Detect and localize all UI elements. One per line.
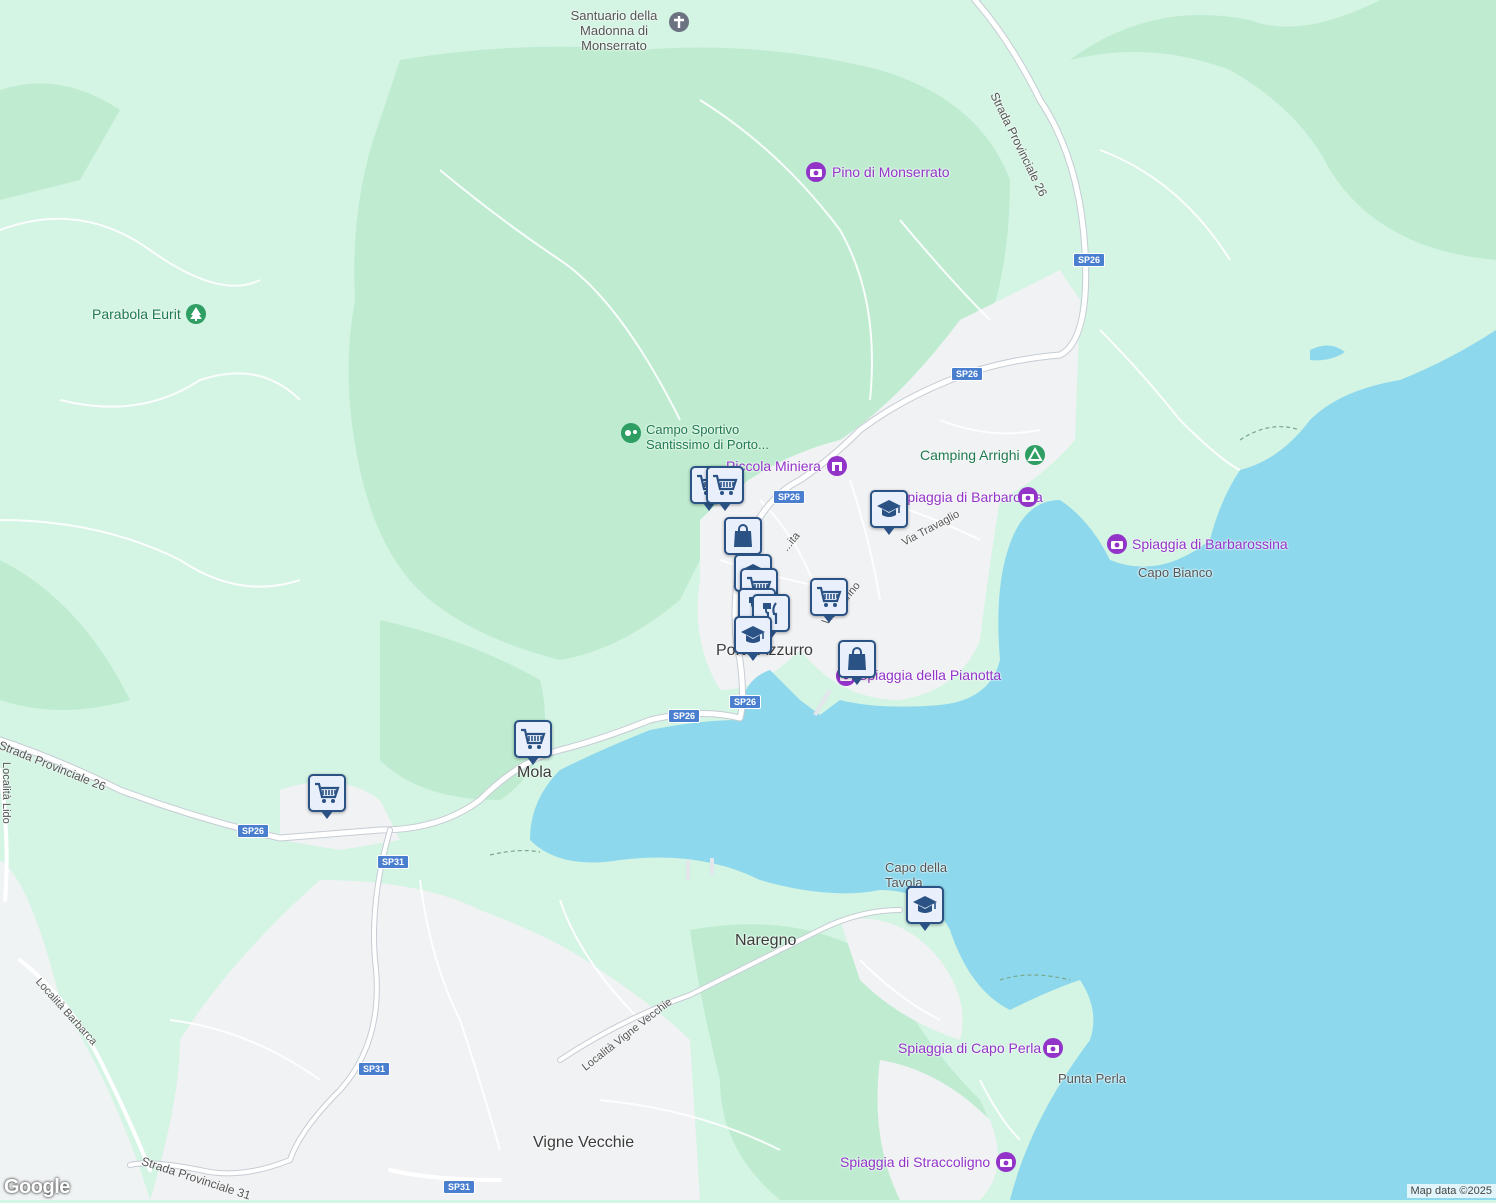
map-marker[interactable] — [734, 616, 772, 654]
camera-icon — [806, 162, 826, 182]
map-marker[interactable] — [838, 640, 876, 678]
map-marker[interactable] — [724, 517, 762, 555]
poi-spiaggia-pianotta[interactable]: Spiaggia della Pianotta — [858, 667, 1001, 683]
poi-spiaggia-capo-perla[interactable]: Spiaggia di Capo Perla — [898, 1040, 1041, 1056]
cart-icon — [314, 780, 340, 806]
cart-icon — [520, 726, 546, 752]
cart-icon — [712, 472, 738, 498]
map-marker[interactable] — [870, 490, 908, 528]
poi-santuario[interactable]: Santuario della Madonna di Monserrato — [560, 8, 668, 53]
poi-spiaggia-straccoligno[interactable]: Spiaggia di Straccoligno — [840, 1154, 990, 1170]
map-marker[interactable] — [706, 466, 744, 504]
map-marker[interactable] — [906, 886, 944, 924]
poi-camping-arrighi[interactable]: Camping Arrighi — [920, 447, 1020, 463]
place-label-naregno: Naregno — [735, 932, 796, 950]
road-shield-sp31: SP31 — [358, 1062, 390, 1076]
camera-icon — [1043, 1038, 1063, 1058]
camping-icon — [1025, 445, 1045, 465]
road-shield-sp26: SP26 — [1073, 253, 1105, 267]
road-shield-sp31: SP31 — [377, 855, 409, 869]
road-label-localita-lido: Località Lido — [0, 762, 12, 824]
museum-icon — [827, 456, 847, 476]
road-shield-sp26: SP26 — [729, 695, 761, 709]
poi-parabola-eurit[interactable]: Parabola Eurit — [92, 306, 181, 322]
bag-icon — [844, 646, 870, 672]
school-icon — [876, 496, 902, 522]
church-icon — [669, 12, 689, 32]
poi-spiaggia-barbarossina[interactable]: Spiaggia di Barbarossina — [1132, 536, 1288, 552]
place-label-capo-bianco: Capo Bianco — [1138, 565, 1212, 580]
place-label-punta-perla: Punta Perla — [1058, 1071, 1126, 1086]
road-shield-sp26: SP26 — [237, 824, 269, 838]
bag-icon — [730, 523, 756, 549]
poi-campo-sportivo[interactable]: Campo Sportivo Santissimo di Porto... — [646, 422, 786, 452]
poi-pino-di-monserrato[interactable]: Pino di Monserrato — [832, 164, 950, 180]
map-marker[interactable] — [810, 578, 848, 616]
cart-icon — [816, 584, 842, 610]
map-marker[interactable] — [308, 774, 346, 812]
road-shield-sp26: SP26 — [773, 490, 805, 504]
road-shield-sp31: SP31 — [443, 1180, 475, 1194]
road-shield-sp26: SP26 — [668, 709, 700, 723]
camera-icon — [1107, 534, 1127, 554]
sports-icon — [621, 423, 641, 443]
place-label-mola: Mola — [517, 764, 552, 782]
google-logo: Google — [4, 1176, 70, 1199]
tree-icon — [186, 304, 206, 324]
map-attribution[interactable]: Map data ©2025 — [1407, 1184, 1496, 1198]
road-shield-sp26: SP26 — [951, 367, 983, 381]
school-icon — [740, 622, 766, 648]
place-label-vigne-vecchie: Vigne Vecchie — [533, 1134, 634, 1152]
map-marker[interactable] — [514, 720, 552, 758]
camera-icon — [1018, 487, 1038, 507]
school-icon — [912, 892, 938, 918]
camera-icon — [996, 1152, 1016, 1172]
